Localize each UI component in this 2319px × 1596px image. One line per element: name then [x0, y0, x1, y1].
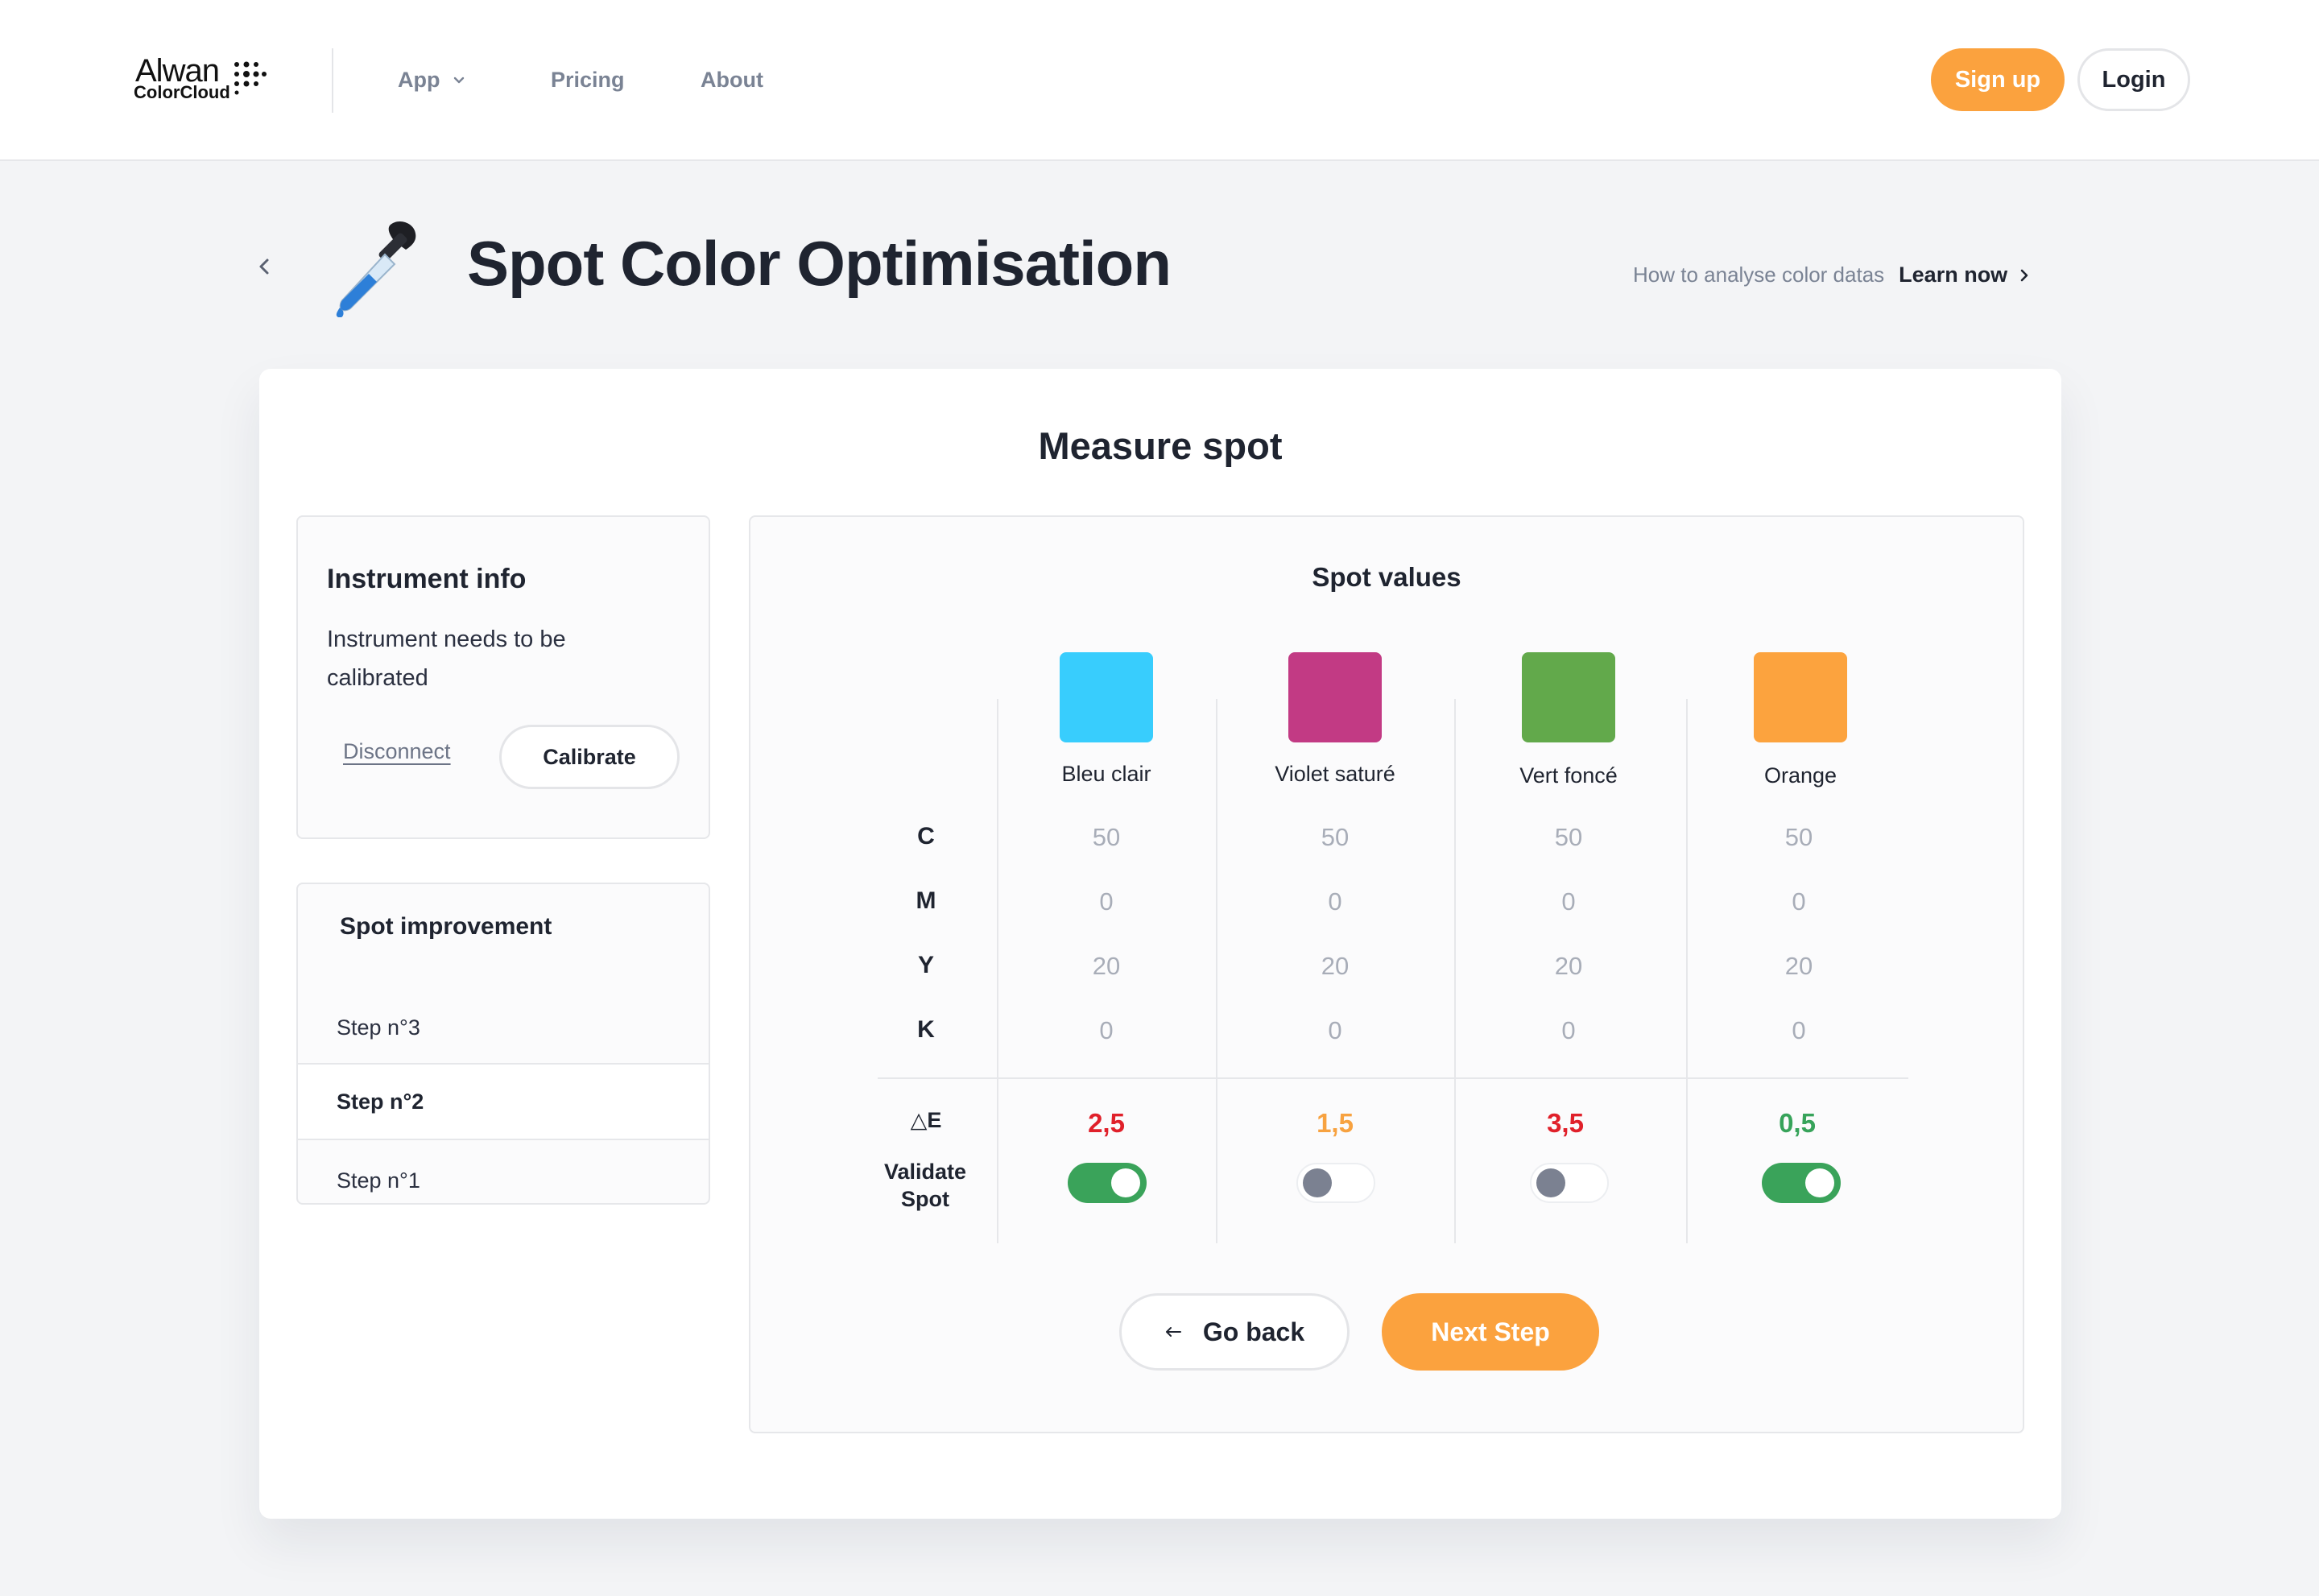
- cmyk-value: 0: [1792, 1016, 1806, 1044]
- validate-spot-toggle[interactable]: [1762, 1163, 1841, 1203]
- validate-spot-label: Validate Spot: [883, 1160, 967, 1211]
- row-label-c: C: [917, 823, 935, 850]
- cmyk-value: 0: [1328, 1016, 1342, 1044]
- alwan-colorcloud-logo[interactable]: Alwan ColorCloud: [132, 53, 269, 105]
- spot-swatch: [1754, 652, 1847, 742]
- spot-name: Vert foncé: [1519, 763, 1618, 788]
- login-button[interactable]: Login: [2077, 48, 2190, 111]
- delta-e-value: 2,5: [1088, 1108, 1125, 1138]
- table-divider: [878, 1077, 1908, 1079]
- validate-spot-toggle[interactable]: [1296, 1163, 1375, 1203]
- cmyk-value: 0: [1561, 887, 1576, 916]
- spot-improvement-title: Spot improvement: [340, 913, 552, 940]
- top-navbar: Alwan ColorCloud App Pricing About Sign …: [0, 0, 2319, 161]
- disconnect-link[interactable]: Disconnect: [343, 739, 451, 764]
- learn-now-link[interactable]: Learn now: [1899, 263, 2007, 287]
- cmyk-value: 20: [1092, 952, 1121, 980]
- toggle-knob: [1303, 1168, 1332, 1197]
- spot-improvement-panel: Spot improvement Step n°3 Step n°2 Step …: [296, 883, 710, 1205]
- signup-button[interactable]: Sign up: [1931, 48, 2065, 111]
- nav-about-link[interactable]: About: [701, 68, 763, 93]
- cmyk-value: 20: [1784, 952, 1813, 980]
- cmyk-value: 50: [1321, 823, 1350, 851]
- cmyk-value: 50: [1092, 823, 1121, 851]
- nav-app-dropdown[interactable]: App: [398, 68, 465, 93]
- cmyk-value: 50: [1784, 823, 1813, 851]
- arrow-left-icon: [1165, 1327, 1181, 1337]
- instrument-status-message: Instrument needs to be calibrated: [327, 626, 566, 691]
- cmyk-value: 20: [1554, 952, 1583, 980]
- row-label-y: Y: [917, 952, 934, 978]
- logo-subtitle: ColorCloud: [134, 82, 230, 102]
- step-label: Step n°2: [337, 1089, 424, 1114]
- step-item[interactable]: Step n°1: [298, 1142, 709, 1203]
- step-label: Step n°1: [337, 1168, 420, 1193]
- dropper-icon: [336, 221, 416, 317]
- spot-swatch: [1288, 652, 1382, 742]
- delta-e-value: 1,5: [1317, 1108, 1354, 1138]
- instrument-info-title: Instrument info: [327, 564, 527, 594]
- step-label: Step n°3: [337, 1015, 420, 1040]
- page-title: Spot Color Optimisation: [467, 228, 1172, 299]
- card-title: Measure spot: [1038, 424, 1283, 467]
- chevron-right-icon[interactable]: [2019, 267, 2030, 283]
- calibrate-button[interactable]: Calibrate: [499, 725, 680, 789]
- spot-swatch: [1522, 652, 1615, 742]
- cmyk-value: 20: [1321, 952, 1350, 980]
- toggle-knob: [1111, 1168, 1140, 1197]
- validate-spot-toggle[interactable]: [1068, 1163, 1147, 1203]
- back-chevron-icon[interactable]: [254, 253, 274, 280]
- nav-pricing-link[interactable]: Pricing: [551, 68, 625, 93]
- cmyk-value: 0: [1099, 887, 1114, 916]
- instrument-info-panel: Instrument info Instrument needs to be c…: [296, 515, 710, 839]
- delta-e-value: 3,5: [1547, 1108, 1584, 1138]
- cmyk-value: 0: [1328, 887, 1342, 916]
- spot-name: Orange: [1763, 763, 1837, 788]
- next-step-button[interactable]: Next Step: [1382, 1293, 1599, 1371]
- spot-values-title: Spot values: [1312, 562, 1461, 592]
- cmyk-value: 0: [1099, 1016, 1114, 1044]
- step-item-active[interactable]: Step n°2: [298, 1063, 709, 1140]
- nav-divider: [332, 48, 333, 113]
- spot-name: Bleu clair: [1061, 762, 1151, 786]
- nav-about-label: About: [701, 68, 763, 92]
- delta-e-value: 0,5: [1779, 1108, 1816, 1138]
- logo-dots-icon: [234, 61, 267, 95]
- spot-name: Violet saturé: [1275, 762, 1395, 786]
- go-back-label: Go back: [1202, 1317, 1305, 1346]
- chevron-down-icon: [454, 76, 465, 83]
- cmyk-value: 0: [1792, 887, 1806, 916]
- learn-hint-text: How to analyse color datas: [1633, 263, 1885, 287]
- delta-e-label: △E: [910, 1108, 942, 1132]
- step-item[interactable]: Step n°3: [298, 989, 709, 1066]
- column-divider: [1216, 699, 1217, 1243]
- cmyk-value: 0: [1561, 1016, 1576, 1044]
- nav-pricing-label: Pricing: [551, 68, 625, 92]
- toggle-knob: [1536, 1168, 1565, 1197]
- column-divider: [1686, 699, 1688, 1243]
- row-label-k: K: [917, 1016, 935, 1043]
- learn-row: How to analyse color datas Learn now: [1633, 263, 2030, 287]
- go-back-button[interactable]: Go back: [1119, 1293, 1350, 1371]
- row-label-m: M: [916, 887, 936, 914]
- column-divider: [1454, 699, 1456, 1243]
- spot-swatch: [1060, 652, 1153, 742]
- nav-app-label: App: [398, 68, 440, 92]
- spot-values-panel: Spot values C M Y K △E Validate Spot Ble…: [749, 515, 2024, 1433]
- measure-spot-card: Measure spot Instrument info Instrument …: [259, 369, 2061, 1519]
- column-divider: [997, 699, 998, 1243]
- validate-spot-toggle[interactable]: [1530, 1163, 1609, 1203]
- toggle-knob: [1805, 1168, 1834, 1197]
- cmyk-value: 50: [1554, 823, 1583, 851]
